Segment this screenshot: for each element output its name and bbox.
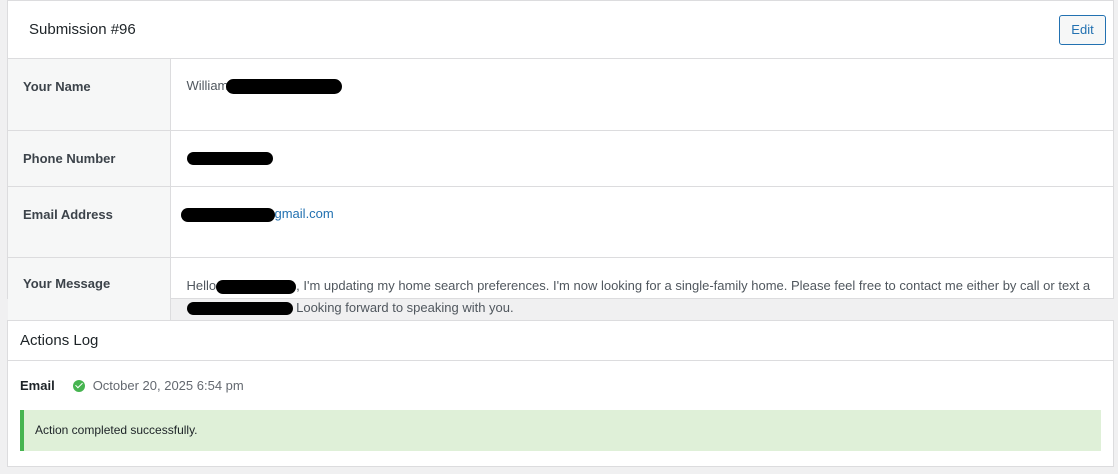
submission-fields-table: Your Name William Phone Number Email Add… bbox=[8, 59, 1113, 352]
edit-button[interactable]: Edit bbox=[1059, 15, 1106, 45]
field-row-name: Your Name William bbox=[8, 59, 1113, 131]
field-value-name: William bbox=[170, 59, 1113, 131]
check-circle-icon bbox=[72, 379, 85, 392]
redaction-mark bbox=[180, 207, 275, 222]
actions-log-panel: Actions Log Email October 20, 2025 6:54 … bbox=[7, 320, 1114, 467]
email-link[interactable]: gmail.com bbox=[275, 206, 334, 221]
redaction-mark bbox=[186, 152, 273, 165]
log-timestamp: October 20, 2025 6:54 pm bbox=[92, 378, 244, 393]
success-notice: Action completed successfully. bbox=[20, 410, 1101, 451]
redaction-mark bbox=[186, 302, 293, 316]
actions-log-header: Actions Log bbox=[8, 321, 1113, 361]
submission-header: Submission #96 Edit bbox=[8, 1, 1113, 59]
submission-title: Submission #96 bbox=[29, 21, 136, 38]
field-label-name: Your Name bbox=[8, 59, 171, 131]
message-text-1: Hello bbox=[186, 278, 217, 293]
field-row-phone: Phone Number bbox=[8, 130, 1113, 187]
field-row-email: Email Address gmail.com bbox=[8, 186, 1113, 258]
submission-panel: Submission #96 Edit Your Name William Ph… bbox=[7, 0, 1114, 352]
log-action-name: Email bbox=[20, 378, 55, 393]
actions-log-title: Actions Log bbox=[20, 332, 99, 349]
field-label-phone: Phone Number bbox=[8, 130, 171, 187]
message-text-3: Looking forward to speaking with you. bbox=[292, 300, 514, 315]
field-label-email: Email Address bbox=[8, 186, 171, 258]
redaction-mark bbox=[216, 279, 297, 294]
log-entry: Email October 20, 2025 6:54 pm bbox=[20, 378, 244, 393]
field-value-email: gmail.com bbox=[170, 186, 1113, 258]
field-value-phone bbox=[170, 130, 1113, 187]
message-text-2: , I'm updating my home search preference… bbox=[296, 278, 1091, 293]
redaction-mark bbox=[226, 79, 343, 95]
name-text: William bbox=[186, 78, 229, 93]
